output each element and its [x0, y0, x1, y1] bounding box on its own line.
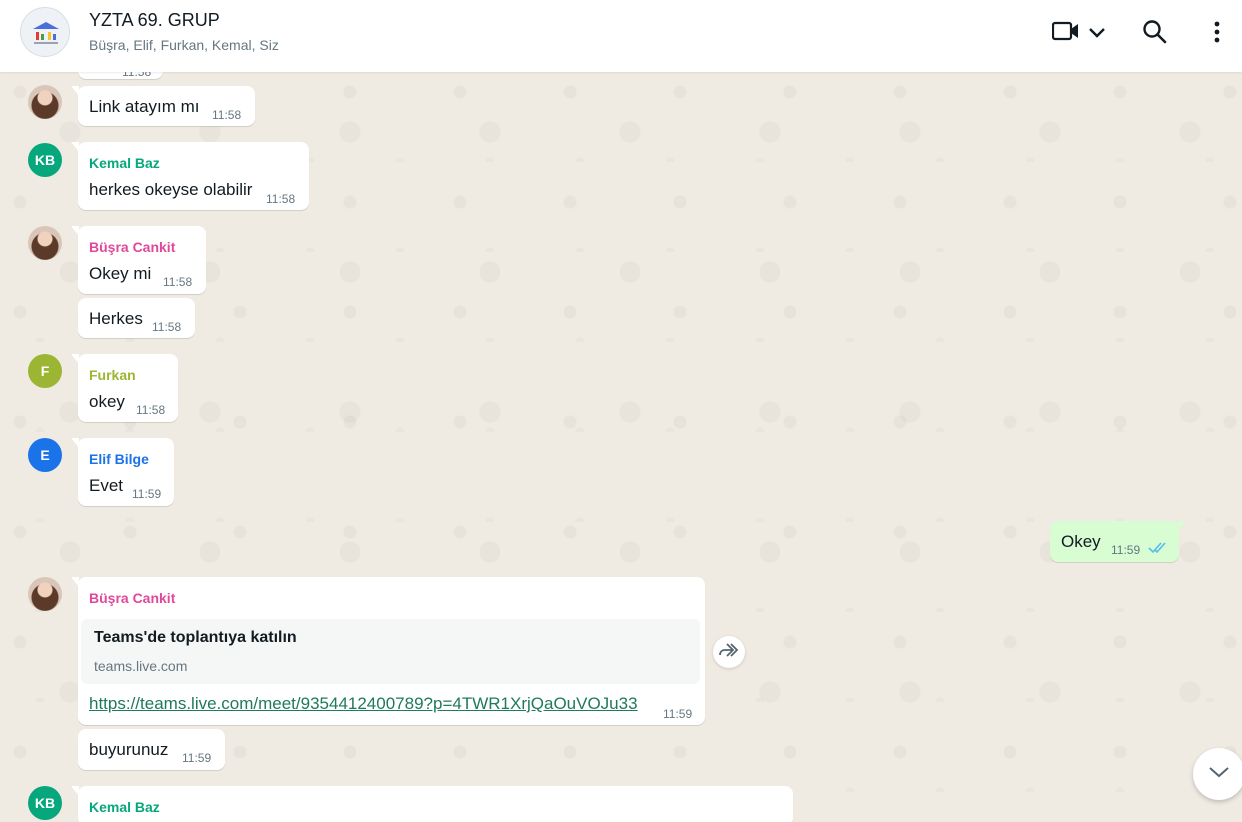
sender-name[interactable]: Kemal Baz: [89, 799, 160, 815]
sender-name[interactable]: Kemal Baz: [89, 155, 160, 171]
message-text: buyurunuz: [89, 740, 169, 759]
forward-icon: [718, 642, 740, 663]
outgoing-message-bubble[interactable]: Okey 11:59: [1050, 521, 1186, 562]
group-members[interactable]: Büşra, Elif, Furkan, Kemal, Siz: [89, 37, 279, 53]
avatar-furkan[interactable]: F: [28, 354, 62, 388]
message-time: 11:58: [163, 275, 193, 289]
message-time: 11:58: [212, 108, 242, 122]
group-avatar[interactable]: [20, 7, 70, 57]
message-time: 11:58: [136, 403, 166, 417]
avatar-busra[interactable]: [28, 226, 62, 260]
message-bubble[interactable]: Furkan okey 11:58: [71, 354, 178, 422]
message-link[interactable]: https://teams.live.com/meet/935441240078…: [89, 694, 638, 714]
link-preview-host: teams.live.com: [94, 658, 188, 674]
link-preview-card[interactable]: Teams'de toplantıya katılın teams.live.c…: [81, 619, 700, 684]
scroll-to-bottom-button[interactable]: [1193, 748, 1242, 800]
avatar-kemal[interactable]: KB: [28, 786, 62, 820]
message-bubble[interactable]: Büşra Cankit Okey mi 11:58: [71, 226, 206, 294]
message-time: 11:58: [266, 192, 296, 206]
chevron-down-icon: [1208, 765, 1230, 784]
message-text: herkes okeyse olabilir: [89, 180, 253, 199]
sender-name[interactable]: Elif Bilge: [89, 451, 149, 467]
sender-name[interactable]: Büşra Cankit: [89, 590, 175, 606]
search-icon[interactable]: [1142, 18, 1168, 51]
message-time: 11:59: [663, 707, 693, 721]
more-vert-icon[interactable]: [1207, 18, 1227, 51]
message-bubble[interactable]: Herkes 11:58: [78, 298, 195, 338]
message-time: 11:58: [152, 320, 182, 334]
avatar-busra[interactable]: [28, 85, 62, 119]
message-bubble[interactable]: buyurunuz 11:59: [78, 729, 225, 770]
link-preview-title: Teams'de toplantıya katılın: [94, 629, 297, 646]
forward-button[interactable]: [713, 636, 745, 668]
message-bubble[interactable]: Kemal Baz: [71, 786, 793, 822]
message-time: 11:59: [132, 487, 162, 501]
message-text: Link atayım mı: [89, 97, 200, 116]
message-text: Herkes: [89, 309, 143, 328]
sender-name[interactable]: Furkan: [89, 367, 136, 383]
read-ticks-icon: [1148, 541, 1168, 559]
message-bubble[interactable]: Link atayım mı 11:58: [71, 86, 255, 126]
sender-name[interactable]: Büşra Cankit: [89, 239, 175, 255]
message-time: 11:59: [182, 751, 212, 765]
message-bubble[interactable]: Elif Bilge Evet 11:59: [71, 438, 174, 506]
avatar-elif[interactable]: E: [28, 438, 62, 472]
message-text: Okey mi: [89, 264, 152, 283]
message-text: Okey: [1061, 532, 1101, 551]
chat-header: YZTA 69. GRUP Büşra, Elif, Furkan, Kemal…: [0, 0, 1242, 72]
message-text: Evet: [89, 476, 124, 495]
group-icon: [33, 22, 59, 44]
avatar-kemal[interactable]: KB: [28, 143, 62, 177]
message-bubble[interactable]: Kemal Baz herkes okeyse olabilir 11:58: [71, 142, 309, 210]
message-bubble[interactable]: Büşra Cankit Teams'de toplantıya katılın…: [71, 577, 705, 725]
group-title[interactable]: YZTA 69. GRUP: [89, 10, 220, 31]
avatar-busra[interactable]: [28, 577, 62, 611]
message-time: 11:59: [1111, 543, 1141, 557]
video-call-icon[interactable]: [1051, 18, 1080, 51]
message-text: okey: [89, 392, 125, 411]
chevron-down-icon[interactable]: [1087, 22, 1107, 47]
